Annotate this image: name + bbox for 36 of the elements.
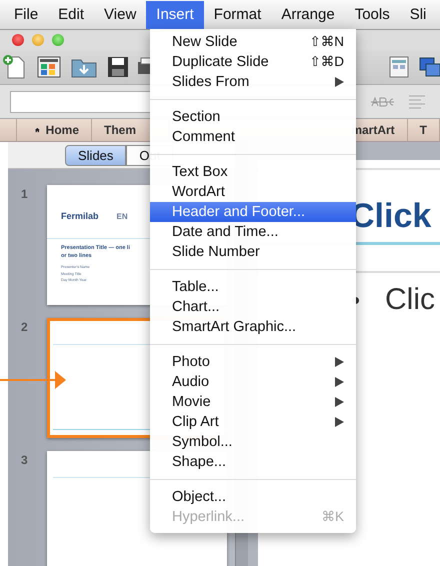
logo-text: EN: [116, 212, 128, 220]
menu-item[interactable]: Clip Art: [150, 412, 356, 432]
body-placeholder[interactable]: Clic: [385, 283, 435, 317]
menu-bar-item[interactable]: Sli: [400, 0, 436, 28]
menu-bar-item[interactable]: Insert: [146, 0, 204, 28]
strikethrough-icon[interactable]: [370, 96, 394, 108]
ribbon-tab[interactable]: T: [408, 119, 440, 141]
ribbon-tab[interactable]: Home: [16, 119, 92, 141]
slide-number: 2: [20, 319, 29, 334]
menu-item[interactable]: Object...: [150, 487, 356, 507]
home-icon: [35, 125, 40, 135]
menu-item[interactable]: Header and Footer...: [150, 202, 356, 222]
menu-item[interactable]: Text Box: [150, 162, 356, 182]
menu-item[interactable]: Slides From: [150, 72, 356, 92]
menu-bar-item[interactable]: Edit: [48, 0, 94, 28]
menu-bar-item[interactable]: Format: [204, 0, 272, 28]
menu-item[interactable]: Movie: [150, 392, 356, 412]
menu-item[interactable]: Symbol...: [150, 432, 356, 452]
menu-item[interactable]: SmartArt Graphic...: [150, 317, 356, 337]
menu-item[interactable]: Audio: [150, 372, 356, 392]
slide-number: 3: [20, 452, 29, 467]
document-icon[interactable]: [388, 54, 410, 80]
menu-bar-item[interactable]: Arrange: [271, 0, 345, 28]
menu-item[interactable]: Photo: [150, 352, 356, 372]
logo-text: Fermilab: [61, 211, 99, 221]
slide-number: 1: [20, 186, 29, 201]
pointer-arrow: [0, 371, 68, 389]
save-icon[interactable]: [106, 54, 130, 80]
font-field[interactable]: [10, 90, 152, 112]
menu-bar-item[interactable]: File: [4, 0, 48, 28]
view-tab[interactable]: Slides: [65, 144, 126, 166]
layout-grid-icon[interactable]: [36, 54, 62, 80]
menu-bar-item[interactable]: View: [94, 0, 146, 28]
menu-item[interactable]: Shape...: [150, 452, 356, 472]
menu-bar-item[interactable]: Tools: [344, 0, 400, 28]
close-icon[interactable]: [12, 34, 24, 46]
